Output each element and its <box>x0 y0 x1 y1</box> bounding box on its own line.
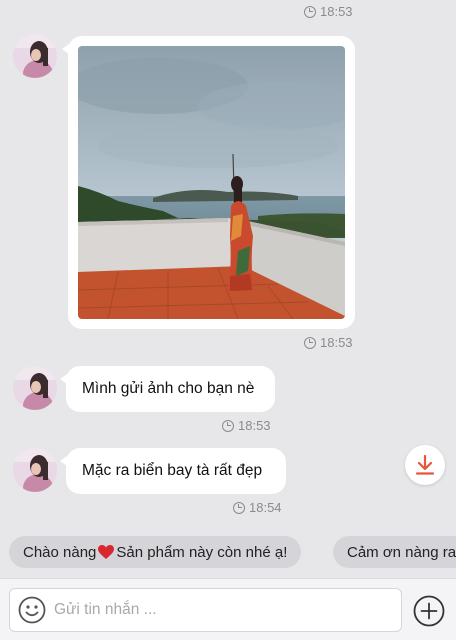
clock-icon <box>222 419 234 432</box>
timestamp: 18:53 <box>304 4 353 19</box>
message-text: Mặc ra biển bay tà rất đẹp <box>82 462 263 479</box>
avatar[interactable] <box>13 448 57 492</box>
quick-replies: Chào nàng Sản phẩm này còn nhé ạ! Cảm ơn… <box>0 536 456 570</box>
clock-icon <box>304 5 316 18</box>
timestamp: 18:53 <box>222 418 271 433</box>
chip-text: Sản phẩm này còn nhé ạ! <box>116 543 288 561</box>
message-text: Mình gửi ảnh cho bạn nè <box>82 380 255 397</box>
smiley-icon <box>18 596 46 624</box>
emoji-button[interactable] <box>18 596 46 624</box>
download-icon <box>415 454 435 475</box>
avatar[interactable] <box>13 366 57 410</box>
chip-text: Chào nàng <box>23 543 97 561</box>
composer-bar: Gửi tin nhắn ... <box>0 578 456 640</box>
clock-icon <box>304 336 316 349</box>
quick-reply-chip[interactable]: Cảm ơn nàng ra <box>333 536 456 568</box>
timestamp-text: 18:53 <box>320 4 353 19</box>
shared-photo[interactable] <box>78 46 345 319</box>
plus-circle-icon <box>413 595 444 626</box>
quick-reply-chip[interactable]: Chào nàng Sản phẩm này còn nhé ạ! <box>9 536 302 568</box>
avatar[interactable] <box>13 34 57 78</box>
timestamp-text: 18:53 <box>238 418 271 433</box>
heart-icon <box>98 545 115 559</box>
clock-icon <box>233 501 245 514</box>
download-button[interactable] <box>405 445 445 485</box>
add-attachment-button[interactable] <box>412 594 445 627</box>
message-bubble[interactable]: Mình gửi ảnh cho bạn nè <box>60 366 275 412</box>
image-message[interactable] <box>62 36 355 329</box>
timestamp-text: 18:54 <box>249 500 282 515</box>
input-placeholder: Gửi tin nhắn ... <box>54 601 157 618</box>
timestamp-text: 18:53 <box>320 335 353 350</box>
message-bubble[interactable]: Mặc ra biển bay tà rất đẹp <box>60 448 286 494</box>
message-input[interactable]: Gửi tin nhắn ... <box>9 588 402 632</box>
timestamp: 18:54 <box>233 500 282 515</box>
timestamp: 18:53 <box>304 335 353 350</box>
chip-text: Cảm ơn nàng ra <box>347 543 456 561</box>
